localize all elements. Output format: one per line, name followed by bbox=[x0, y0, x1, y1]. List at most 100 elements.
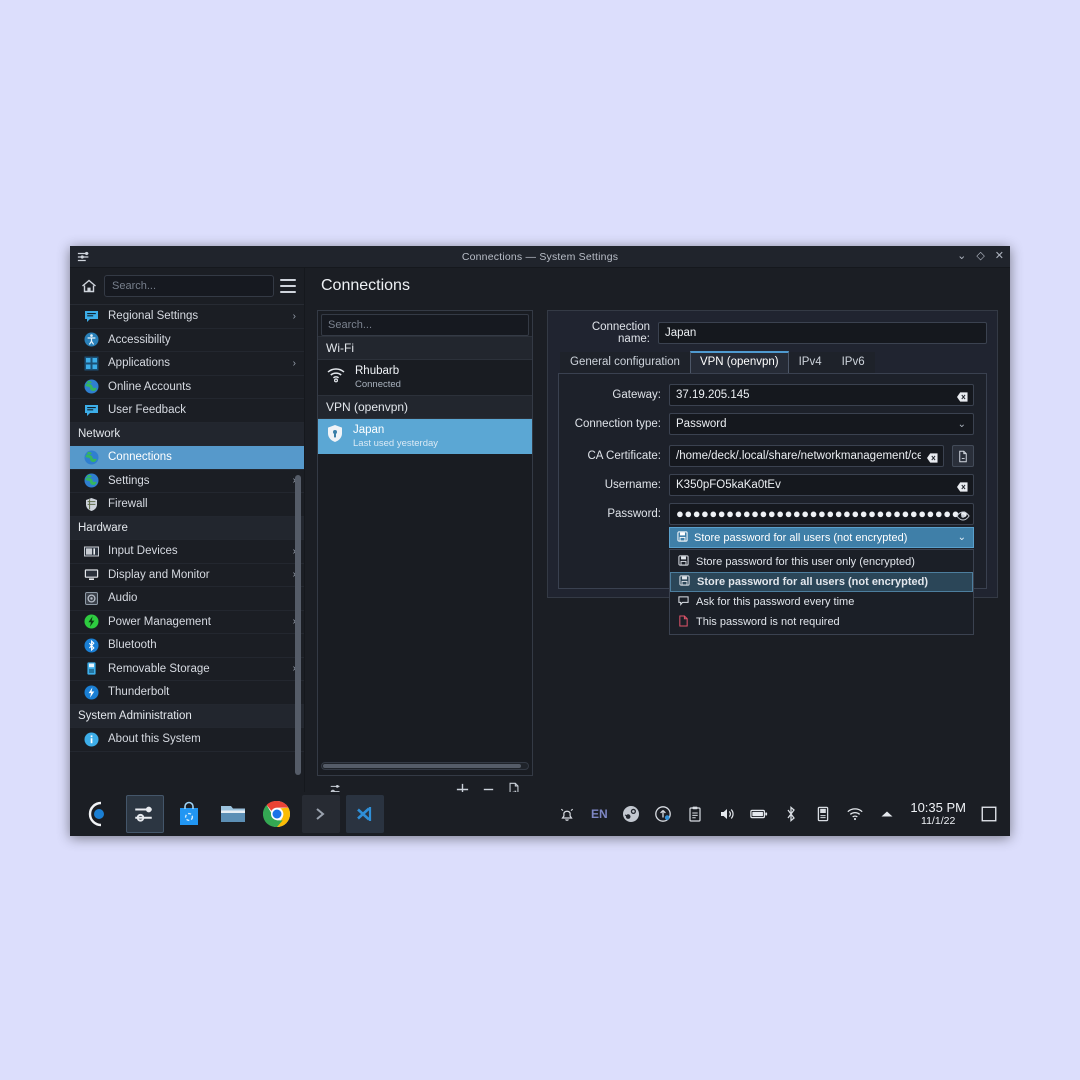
connections-horizontal-scrollbar[interactable] bbox=[321, 760, 529, 772]
speaker-icon bbox=[84, 591, 99, 606]
sidebar-scrollbar[interactable] bbox=[295, 475, 301, 775]
globe-icon bbox=[84, 379, 99, 394]
connection-name: Rhubarb bbox=[355, 365, 400, 377]
usb-drive-icon bbox=[84, 661, 99, 676]
tab-general-configuration[interactable]: General configuration bbox=[560, 352, 690, 373]
username-input[interactable] bbox=[669, 474, 974, 496]
connection-type-select[interactable]: Password ⌄ bbox=[669, 413, 974, 435]
password-storage-select[interactable]: Store password for all users (not encryp… bbox=[669, 527, 974, 548]
sidebar-search-input[interactable] bbox=[104, 275, 274, 297]
tab-vpn-openvpn[interactable]: VPN (openvpn) bbox=[689, 351, 789, 373]
steam-icon[interactable] bbox=[622, 805, 640, 823]
clipboard-icon[interactable] bbox=[686, 805, 704, 823]
reveal-password-icon[interactable] bbox=[956, 509, 970, 521]
minimize-button[interactable]: ⌄ bbox=[957, 251, 966, 262]
sidebar-section-label: Network bbox=[78, 427, 121, 440]
clear-icon[interactable] bbox=[926, 451, 939, 463]
connection-status: Connected bbox=[355, 378, 401, 390]
sidebar-item-about-this-system[interactable]: About this System bbox=[70, 728, 304, 752]
volume-icon[interactable] bbox=[718, 805, 736, 823]
sidebar-item-accessibility[interactable]: Accessibility bbox=[70, 329, 304, 352]
password-storage-option[interactable]: This password is not required bbox=[670, 612, 973, 632]
sidebar-item-audio[interactable]: Audio bbox=[70, 587, 304, 611]
connection-list-item[interactable]: Rhubarb Connected bbox=[318, 360, 532, 395]
maximize-button[interactable]: ◇ bbox=[976, 251, 984, 262]
password-input[interactable]: ●●●●●●●●●●●●●●●●●●●●●●●●●●●●●●●●●●● bbox=[669, 503, 974, 525]
notifications-bell-icon[interactable] bbox=[558, 805, 576, 823]
connections-list-column: Wi-FiRhubarbConnectedVPN (openvpn)JapanL… bbox=[317, 310, 533, 802]
connection-name-field-wrap bbox=[658, 322, 987, 344]
keyboard-layout-indicator[interactable]: EN bbox=[590, 805, 608, 823]
connections-search-input[interactable] bbox=[321, 314, 529, 336]
sidebar-search-row bbox=[70, 268, 304, 304]
sidebar-item-power-management[interactable]: Power Management› bbox=[70, 611, 304, 634]
launcher-file-manager-icon[interactable] bbox=[214, 795, 252, 833]
clear-icon[interactable] bbox=[956, 480, 969, 492]
browse-certificate-button[interactable] bbox=[952, 445, 974, 467]
home-icon[interactable] bbox=[80, 277, 98, 295]
sidebar-item-input-devices[interactable]: Input Devices› bbox=[70, 540, 304, 564]
password-storage-option[interactable]: Ask for this password every time bbox=[670, 592, 973, 612]
sidebar-item-connections[interactable]: Connections bbox=[70, 446, 304, 470]
sidebar-item-user-feedback[interactable]: User Feedback bbox=[70, 399, 304, 423]
sidebar-item-label: Regional Settings bbox=[108, 310, 199, 323]
sidebar-item-applications[interactable]: Applications › bbox=[70, 352, 304, 376]
sidebar-item-firewall[interactable]: Firewall bbox=[70, 493, 304, 517]
sidebar-item-label: Applications bbox=[108, 357, 171, 370]
bluetooth-icon bbox=[84, 638, 99, 653]
connection-list-item[interactable]: Japan Last used yesterday bbox=[318, 419, 532, 455]
sidebar-item-online-accounts[interactable]: Online Accounts bbox=[70, 376, 304, 399]
clock-time: 10:35 PM bbox=[910, 799, 966, 815]
connections-group-header: VPN (openvpn) bbox=[318, 395, 532, 420]
updates-icon[interactable] bbox=[654, 805, 672, 823]
sidebar-item-settings[interactable]: Settings› bbox=[70, 470, 304, 493]
accessibility-icon bbox=[84, 332, 99, 347]
form-tabs: General configuration VPN (openvpn) IPv4 IP… bbox=[558, 351, 987, 373]
password-storage-option-label: This password is not required bbox=[696, 616, 840, 628]
window-title: Connections — System Settings bbox=[461, 250, 619, 263]
hamburger-menu-icon[interactable] bbox=[280, 279, 296, 293]
gateway-row: Gateway: bbox=[571, 384, 974, 406]
sidebar-item-thunderbolt[interactable]: Thunderbolt bbox=[70, 681, 304, 705]
username-label: Username: bbox=[604, 479, 661, 491]
clock[interactable]: 10:35 PM 11/1/22 bbox=[910, 799, 966, 828]
sidebar-item-regional-settings[interactable]: Regional Settings › bbox=[70, 305, 304, 329]
wifi-icon[interactable] bbox=[846, 805, 864, 823]
launcher-terminal-icon[interactable] bbox=[302, 795, 340, 833]
launcher-start-icon[interactable] bbox=[82, 795, 120, 833]
tab-ipv6[interactable]: IPv6 bbox=[831, 352, 875, 373]
keyboard-icon bbox=[84, 544, 99, 559]
ca-certificate-input[interactable] bbox=[669, 445, 944, 467]
launcher-google-chrome-icon[interactable] bbox=[258, 795, 296, 833]
close-button[interactable]: ✕ bbox=[995, 251, 1004, 262]
launcher-system-settings-icon[interactable] bbox=[126, 795, 164, 833]
username-row: Username: bbox=[571, 474, 974, 496]
gateway-input[interactable] bbox=[669, 384, 974, 406]
launcher-discover-store-icon[interactable] bbox=[170, 795, 208, 833]
password-row: Password: ●●●●●●●●●●●●●●●●●●●●●●●●●●●●●●… bbox=[571, 503, 974, 525]
removable-device-icon[interactable] bbox=[814, 805, 832, 823]
tab-ipv4[interactable]: IPv4 bbox=[788, 352, 832, 373]
connection-name-input[interactable] bbox=[658, 322, 987, 344]
bluetooth-icon[interactable] bbox=[782, 805, 800, 823]
password-storage-option[interactable]: Store password for all users (not encryp… bbox=[670, 572, 973, 592]
sidebar-nav-list: Regional Settings › Accessibility Applicati… bbox=[70, 305, 304, 752]
show-hidden-icons-icon[interactable] bbox=[878, 805, 896, 823]
launcher-vscode-icon[interactable] bbox=[346, 795, 384, 833]
speech-bubble-icon bbox=[84, 403, 99, 418]
window-titlebar[interactable]: Connections — System Settings ⌄ ◇ ✕ bbox=[70, 246, 1010, 268]
info-icon bbox=[84, 732, 99, 747]
sidebar-item-removable-storage[interactable]: Removable Storage› bbox=[70, 658, 304, 681]
clear-icon[interactable] bbox=[956, 390, 969, 402]
battery-icon[interactable] bbox=[750, 805, 768, 823]
taskbar-launchers bbox=[82, 795, 384, 833]
sidebar-section-label: Hardware bbox=[78, 521, 128, 534]
connection-name-row: Connection name: bbox=[558, 321, 987, 345]
show-desktop-icon[interactable] bbox=[980, 805, 998, 823]
sidebar-item-bluetooth[interactable]: Bluetooth bbox=[70, 634, 304, 658]
chevron-right-icon: › bbox=[292, 310, 296, 322]
sidebar-item-display-and-monitor[interactable]: Display and Monitor› bbox=[70, 564, 304, 587]
taskbar: EN 10:35 PM 11/1/22 bbox=[70, 792, 1010, 836]
password-storage-option[interactable]: Store password for this user only (encry… bbox=[670, 552, 973, 572]
vpn-tab-panel: Gateway: Connection type: bbox=[558, 373, 987, 635]
